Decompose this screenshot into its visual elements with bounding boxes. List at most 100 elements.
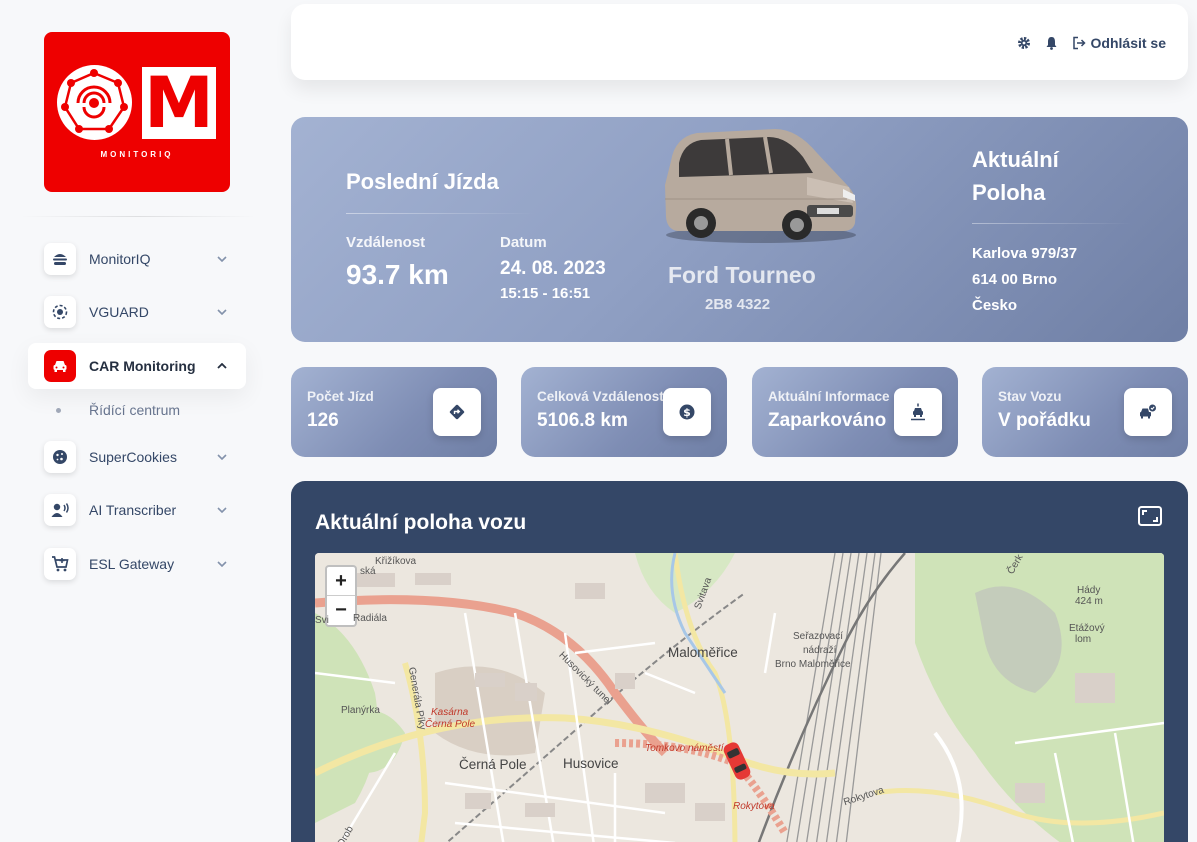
location-divider [972, 223, 1132, 224]
voice-user-icon [44, 494, 76, 526]
top-navbar: Odhlásit se [291, 4, 1188, 80]
car-plate: 2B8 4322 [705, 296, 771, 313]
stat-value: 5106.8 km [537, 410, 628, 431]
sidebar-item-label: ESL Gateway [89, 556, 175, 572]
chevron-down-icon [212, 507, 232, 513]
map-label: Seřazovací [793, 631, 844, 642]
stat-value: 126 [307, 410, 339, 431]
map-label: 424 m [1075, 596, 1103, 607]
car-icon [44, 350, 76, 382]
chevron-down-icon [212, 454, 232, 460]
cookie-icon [44, 441, 76, 473]
address-line: Česko [972, 297, 1018, 314]
map-label: Svi [315, 615, 329, 626]
stat-value: V pořádku [998, 410, 1091, 431]
hero-divider [346, 213, 536, 214]
car-name: Ford Tourneo [668, 262, 816, 288]
brand-logo[interactable]: M MONITORIQ [44, 32, 230, 192]
logo-emblem-icon [57, 65, 132, 140]
location-title-line: Aktuální [972, 147, 1059, 172]
sidebar-item-monitoriq[interactable]: MonitorIQ [28, 236, 246, 282]
sidebar-item-label: CAR Monitoring [89, 358, 196, 374]
last-ride-title: Poslední Jízda [346, 169, 499, 194]
dollar-icon: $ [663, 388, 711, 436]
map-label: Křižíkova [375, 556, 417, 567]
map-label: lom [1075, 634, 1092, 645]
parked-car-icon [894, 388, 942, 436]
sidebar: M MONITORIQ MonitorIQ VGUARD CAR Monitor… [0, 0, 270, 842]
chevron-down-icon [212, 309, 232, 315]
map-label: Maloměřice [668, 645, 738, 660]
stat-label: Počet Jízd [307, 389, 374, 404]
distance-label: Vzdálenost [346, 234, 426, 251]
sidebar-subitem-label: Řídící centrum [89, 402, 181, 418]
map-title: Aktuální poloha vozu [315, 511, 527, 534]
map-tiles [315, 553, 1164, 842]
sidebar-item-label: VGUARD [89, 304, 149, 320]
sidebar-divider [20, 216, 256, 217]
zoom-in-button[interactable]: + [327, 567, 355, 596]
bell-icon[interactable] [1045, 36, 1058, 50]
current-address: Karlova 979/37 614 00 Brno Česko [972, 241, 1077, 319]
distance-value: 93.7 km [346, 259, 449, 290]
date-value: 24. 08. 2023 [500, 258, 606, 279]
chevron-down-icon [212, 561, 232, 567]
map-card: Aktuální poloha vozu + − Křižíkova ská S… [291, 481, 1188, 842]
map-view[interactable]: + − Křižíkova ská Svi Radiála Svitava Ma… [315, 553, 1164, 842]
map-label: Černá Pole [425, 719, 476, 730]
sidebar-item-label: AI Transcriber [89, 502, 177, 518]
logout-button[interactable]: Odhlásit se [1072, 35, 1166, 51]
map-label: Tomkovo náměstí [645, 743, 724, 754]
sidebar-item-vguard[interactable]: VGUARD [28, 289, 246, 335]
logo-text: MONITORIQ [100, 150, 174, 159]
stat-card-car-status: Stav Vozu V pořádku [982, 367, 1188, 457]
target-icon [44, 296, 76, 328]
sidebar-item-car-monitoring[interactable]: CAR Monitoring [28, 343, 246, 389]
logout-icon [1072, 36, 1086, 50]
map-label: nádraží [803, 645, 837, 656]
map-label: Kasárna [431, 707, 469, 718]
chevron-up-icon [212, 363, 232, 369]
sidebar-item-esl-gateway[interactable]: ESL Gateway [28, 541, 246, 587]
logo-letter: M [142, 67, 216, 139]
sidebar-item-label: MonitorIQ [89, 251, 151, 267]
fullscreen-icon[interactable] [1138, 506, 1162, 531]
zoom-out-button[interactable]: − [327, 596, 355, 625]
map-label: Planýrka [341, 705, 380, 716]
stat-card-current-info: Aktuální Informace Zaparkováno [752, 367, 958, 457]
van-image [665, 129, 857, 243]
stat-value: Zaparkováno [768, 410, 887, 431]
sidebar-item-label: SuperCookies [89, 449, 177, 465]
cart-icon [44, 548, 76, 580]
map-label: Hády [1077, 585, 1101, 596]
burger-icon [44, 243, 76, 275]
current-location-title: Aktuální Poloha [972, 143, 1059, 209]
map-label: Černá Pole [459, 757, 527, 772]
time-value: 15:15 - 16:51 [500, 285, 591, 302]
bullet-icon [56, 407, 61, 413]
map-label: Etážový [1069, 623, 1105, 634]
sidebar-subitem-ridici-centrum[interactable]: Řídící centrum [56, 402, 180, 418]
location-title-line: Poloha [972, 180, 1046, 205]
stat-label: Aktuální Informace [768, 389, 890, 404]
address-line: Karlova 979/37 [972, 245, 1078, 262]
directions-icon [433, 388, 481, 436]
svg-text:$: $ [683, 406, 691, 419]
stat-card-total-distance: Celková Vzdálenost 5106.8 km $ [521, 367, 727, 457]
date-label: Datum [500, 234, 547, 251]
chevron-down-icon [212, 256, 232, 262]
sidebar-item-ai-transcriber[interactable]: AI Transcriber [28, 487, 246, 533]
stat-label: Celková Vzdálenost [537, 389, 664, 404]
stat-card-ride-count: Počet Jízd 126 [291, 367, 497, 457]
address-line: 614 00 Brno [972, 271, 1058, 288]
car-check-icon [1124, 388, 1172, 436]
map-label: Radiála [353, 613, 387, 624]
sidebar-item-supercookies[interactable]: SuperCookies [28, 434, 246, 480]
logout-label: Odhlásit se [1090, 35, 1166, 51]
map-label: Rokytova [733, 801, 775, 812]
gear-icon[interactable] [1017, 36, 1031, 50]
topbar-actions: Odhlásit se [1017, 35, 1166, 51]
map-label: ská [360, 566, 376, 577]
map-label: Husovice [563, 756, 619, 771]
map-label: Brno Maloměřice [775, 659, 851, 670]
